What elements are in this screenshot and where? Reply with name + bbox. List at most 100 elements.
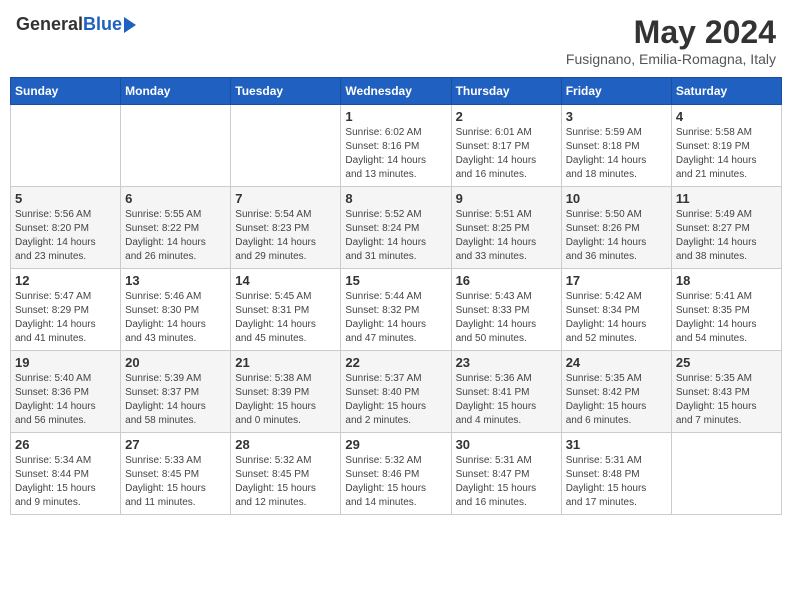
- calendar-table: SundayMondayTuesdayWednesdayThursdayFrid…: [10, 77, 782, 515]
- day-number: 27: [125, 437, 226, 452]
- day-number: 2: [456, 109, 557, 124]
- calendar-cell: 16 Sunrise: 5:43 AM Sunset: 8:33 PM Dayli…: [451, 269, 561, 351]
- weekday-header-friday: Friday: [561, 78, 671, 105]
- page-header: General Blue May 2024 Fusignano, Emilia-…: [10, 10, 782, 71]
- day-info: Sunrise: 5:43 AM Sunset: 8:33 PM Dayligh…: [456, 290, 557, 346]
- day-number: 21: [235, 355, 336, 370]
- day-info: Sunrise: 5:39 AM Sunset: 8:37 PM Dayligh…: [125, 372, 226, 428]
- calendar-cell: 21 Sunrise: 5:38 AM Sunset: 8:39 PM Dayli…: [231, 351, 341, 433]
- day-info: Sunrise: 5:52 AM Sunset: 8:24 PM Dayligh…: [345, 208, 446, 264]
- day-info: Sunrise: 5:34 AM Sunset: 8:44 PM Dayligh…: [15, 454, 116, 510]
- day-number: 7: [235, 191, 336, 206]
- calendar-cell: 22Sunrise: 5:37 AM Sunset: 8:40 PM Dayli…: [341, 351, 451, 433]
- calendar-cell: 27 Sunrise: 5:33 AM Sunset: 8:45 PM Dayli…: [121, 433, 231, 515]
- day-number: 14: [235, 273, 336, 288]
- day-info: Sunrise: 5:41 AM Sunset: 8:35 PM Dayligh…: [676, 290, 777, 346]
- calendar-cell: 15 Sunrise: 5:44 AM Sunset: 8:32 PM Dayli…: [341, 269, 451, 351]
- day-info: Sunrise: 5:46 AM Sunset: 8:30 PM Dayligh…: [125, 290, 226, 346]
- calendar-week-row: 5 Sunrise: 5:56 AM Sunset: 8:20 PM Daylig…: [11, 187, 782, 269]
- day-info: Sunrise: 5:54 AM Sunset: 8:23 PM Dayligh…: [235, 208, 336, 264]
- day-info: Sunrise: 5:56 AM Sunset: 8:20 PM Dayligh…: [15, 208, 116, 264]
- day-number: 23: [456, 355, 557, 370]
- logo: General Blue: [16, 14, 136, 35]
- day-number: 5: [15, 191, 116, 206]
- day-number: 11: [676, 191, 777, 206]
- day-number: 24: [566, 355, 667, 370]
- calendar-cell: 14Sunrise: 5:45 AM Sunset: 8:31 PM Dayli…: [231, 269, 341, 351]
- calendar-cell: 13 Sunrise: 5:46 AM Sunset: 8:30 PM Dayli…: [121, 269, 231, 351]
- calendar-cell: 1Sunrise: 6:02 AM Sunset: 8:16 PM Daylig…: [341, 105, 451, 187]
- calendar-cell: 9 Sunrise: 5:51 AM Sunset: 8:25 PM Daylig…: [451, 187, 561, 269]
- calendar-cell: 30 Sunrise: 5:31 AM Sunset: 8:47 PM Dayli…: [451, 433, 561, 515]
- day-info: Sunrise: 5:35 AM Sunset: 8:42 PM Dayligh…: [566, 372, 667, 428]
- month-title: May 2024: [566, 14, 776, 51]
- day-info: Sunrise: 5:31 AM Sunset: 8:47 PM Dayligh…: [456, 454, 557, 510]
- day-info: Sunrise: 5:58 AM Sunset: 8:19 PM Dayligh…: [676, 126, 777, 182]
- calendar-cell: 7 Sunrise: 5:54 AM Sunset: 8:23 PM Daylig…: [231, 187, 341, 269]
- calendar-cell: 26 Sunrise: 5:34 AM Sunset: 8:44 PM Dayli…: [11, 433, 121, 515]
- day-number: 1: [345, 109, 446, 124]
- calendar-cell: 3 Sunrise: 5:59 AM Sunset: 8:18 PM Daylig…: [561, 105, 671, 187]
- calendar-cell: 12 Sunrise: 5:47 AM Sunset: 8:29 PM Dayli…: [11, 269, 121, 351]
- calendar-cell: 5 Sunrise: 5:56 AM Sunset: 8:20 PM Daylig…: [11, 187, 121, 269]
- weekday-header-sunday: Sunday: [11, 78, 121, 105]
- day-number: 29: [345, 437, 446, 452]
- day-info: Sunrise: 5:40 AM Sunset: 8:36 PM Dayligh…: [15, 372, 116, 428]
- logo-general-text: General: [16, 14, 83, 35]
- calendar-cell: 18 Sunrise: 5:41 AM Sunset: 8:35 PM Dayli…: [671, 269, 781, 351]
- day-number: 9: [456, 191, 557, 206]
- calendar-cell: 8 Sunrise: 5:52 AM Sunset: 8:24 PM Daylig…: [341, 187, 451, 269]
- day-info: Sunrise: 5:49 AM Sunset: 8:27 PM Dayligh…: [676, 208, 777, 264]
- weekday-header-tuesday: Tuesday: [231, 78, 341, 105]
- day-info: Sunrise: 6:01 AM Sunset: 8:17 PM Dayligh…: [456, 126, 557, 182]
- weekday-header-row: SundayMondayTuesdayWednesdayThursdayFrid…: [11, 78, 782, 105]
- calendar-cell: 24 Sunrise: 5:35 AM Sunset: 8:42 PM Dayli…: [561, 351, 671, 433]
- day-info: Sunrise: 5:47 AM Sunset: 8:29 PM Dayligh…: [15, 290, 116, 346]
- day-info: Sunrise: 5:59 AM Sunset: 8:18 PM Dayligh…: [566, 126, 667, 182]
- day-info: Sunrise: 5:33 AM Sunset: 8:45 PM Dayligh…: [125, 454, 226, 510]
- calendar-week-row: 26 Sunrise: 5:34 AM Sunset: 8:44 PM Dayli…: [11, 433, 782, 515]
- day-number: 15: [345, 273, 446, 288]
- calendar-cell: 2 Sunrise: 6:01 AM Sunset: 8:17 PM Daylig…: [451, 105, 561, 187]
- day-info: Sunrise: 5:50 AM Sunset: 8:26 PM Dayligh…: [566, 208, 667, 264]
- day-number: 4: [676, 109, 777, 124]
- day-number: 8: [345, 191, 446, 206]
- weekday-header-saturday: Saturday: [671, 78, 781, 105]
- calendar-cell: 25 Sunrise: 5:35 AM Sunset: 8:43 PM Dayli…: [671, 351, 781, 433]
- day-number: 20: [125, 355, 226, 370]
- day-number: 12: [15, 273, 116, 288]
- calendar-cell: [231, 105, 341, 187]
- day-number: 13: [125, 273, 226, 288]
- day-info: Sunrise: 5:38 AM Sunset: 8:39 PM Dayligh…: [235, 372, 336, 428]
- calendar-cell: 19Sunrise: 5:40 AM Sunset: 8:36 PM Dayli…: [11, 351, 121, 433]
- logo-blue-text: Blue: [83, 14, 122, 35]
- day-info: Sunrise: 5:32 AM Sunset: 8:45 PM Dayligh…: [235, 454, 336, 510]
- calendar-cell: [11, 105, 121, 187]
- calendar-week-row: 12 Sunrise: 5:47 AM Sunset: 8:29 PM Dayli…: [11, 269, 782, 351]
- day-number: 25: [676, 355, 777, 370]
- day-info: Sunrise: 5:55 AM Sunset: 8:22 PM Dayligh…: [125, 208, 226, 264]
- logo-arrow-icon: [124, 17, 136, 33]
- title-area: May 2024 Fusignano, Emilia-Romagna, Ital…: [566, 14, 776, 67]
- day-info: Sunrise: 5:35 AM Sunset: 8:43 PM Dayligh…: [676, 372, 777, 428]
- day-number: 18: [676, 273, 777, 288]
- calendar-cell: 20 Sunrise: 5:39 AM Sunset: 8:37 PM Dayli…: [121, 351, 231, 433]
- day-info: Sunrise: 5:31 AM Sunset: 8:48 PM Dayligh…: [566, 454, 667, 510]
- day-number: 30: [456, 437, 557, 452]
- day-number: 3: [566, 109, 667, 124]
- day-info: Sunrise: 5:42 AM Sunset: 8:34 PM Dayligh…: [566, 290, 667, 346]
- day-number: 10: [566, 191, 667, 206]
- day-number: 16: [456, 273, 557, 288]
- calendar-cell: 11 Sunrise: 5:49 AM Sunset: 8:27 PM Dayli…: [671, 187, 781, 269]
- day-number: 17: [566, 273, 667, 288]
- calendar-cell: 4 Sunrise: 5:58 AM Sunset: 8:19 PM Daylig…: [671, 105, 781, 187]
- day-info: Sunrise: 5:51 AM Sunset: 8:25 PM Dayligh…: [456, 208, 557, 264]
- day-info: Sunrise: 5:44 AM Sunset: 8:32 PM Dayligh…: [345, 290, 446, 346]
- calendar-cell: 23Sunrise: 5:36 AM Sunset: 8:41 PM Dayli…: [451, 351, 561, 433]
- day-number: 28: [235, 437, 336, 452]
- day-info: Sunrise: 5:37 AM Sunset: 8:40 PM Dayligh…: [345, 372, 446, 428]
- calendar-cell: 29Sunrise: 5:32 AM Sunset: 8:46 PM Dayli…: [341, 433, 451, 515]
- day-number: 26: [15, 437, 116, 452]
- calendar-cell: 6Sunrise: 5:55 AM Sunset: 8:22 PM Daylig…: [121, 187, 231, 269]
- weekday-header-thursday: Thursday: [451, 78, 561, 105]
